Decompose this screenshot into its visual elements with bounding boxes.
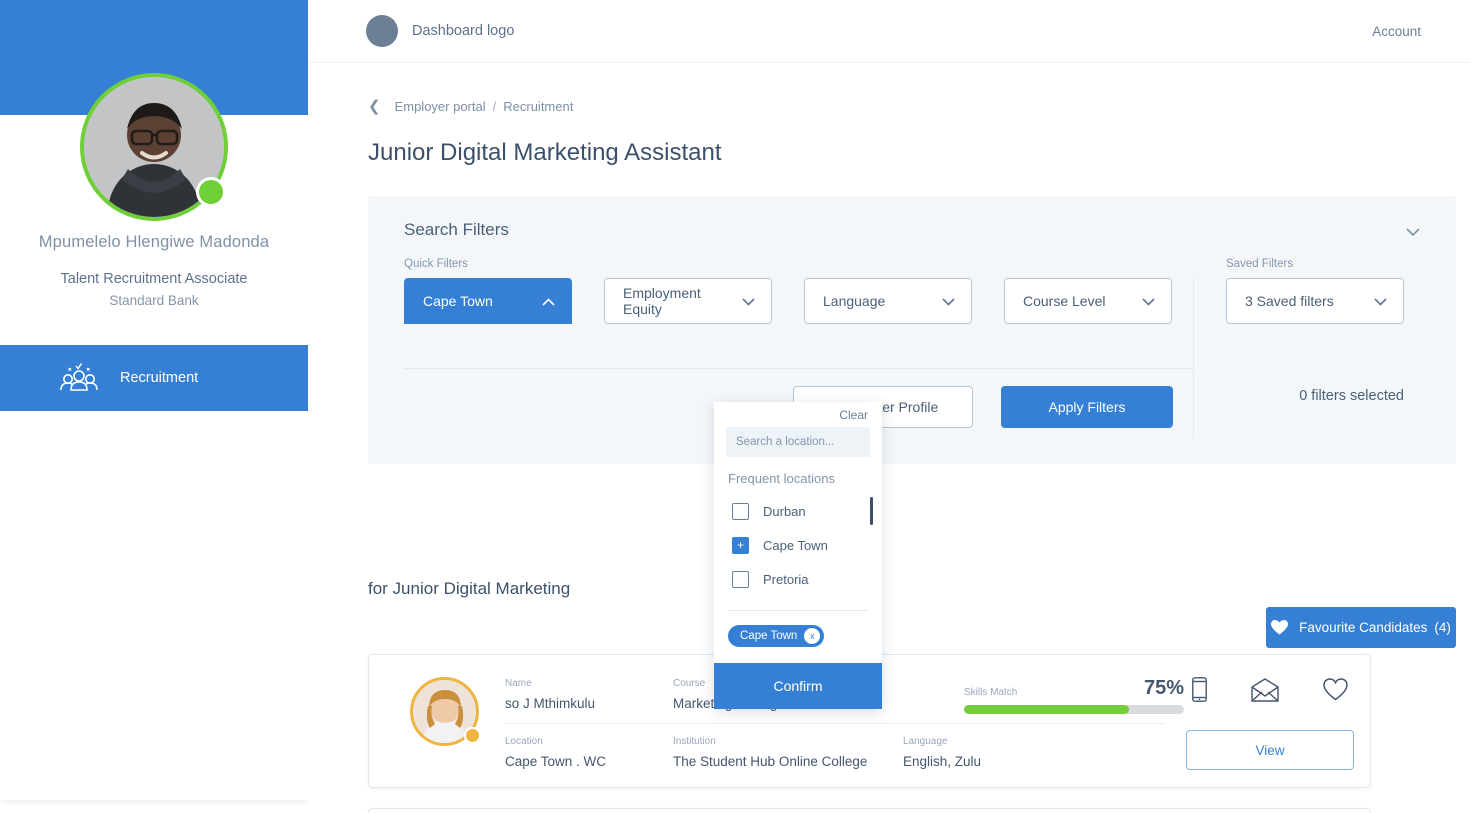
breadcrumb-separator: /	[492, 99, 497, 114]
main-content: ❮ Employer portal / Recruitment Junior D…	[308, 63, 1471, 813]
filter-select-employment-equity-label: Employment Equity	[623, 285, 701, 317]
profile-role: Talent Recruitment Associate	[60, 271, 248, 287]
results-heading: for Junior Digital Marketing	[368, 579, 571, 598]
online-status-dot-icon	[196, 177, 226, 207]
location-option-durban[interactable]: Durban	[714, 494, 882, 528]
chevron-down-icon	[1142, 293, 1155, 309]
filter-select-saved-filters[interactable]: 3 Saved filters	[1226, 278, 1404, 324]
search-input[interactable]: Search a location...	[726, 427, 870, 457]
status-badge	[464, 727, 481, 744]
list-item-label: Pretoria	[763, 571, 809, 587]
checkbox-unchecked-icon[interactable]	[732, 502, 749, 520]
field-institution: Institution The Student Hub Online Colle…	[673, 736, 903, 769]
location-chip-cape-town[interactable]: Cape Town x	[728, 625, 825, 647]
list-item-label: Cape Town	[763, 537, 828, 553]
candidate-row-secondary: Location Cape Town . WC Institution The …	[505, 723, 1165, 769]
panel-vertical-divider	[1193, 278, 1194, 438]
breadcrumb: ❮ Employer portal / Recruitment	[368, 99, 573, 114]
chevron-left-icon[interactable]: ❮	[368, 99, 381, 114]
location-option-pretoria[interactable]: Pretoria	[714, 562, 882, 596]
quick-filters-label: Quick Filters	[404, 258, 468, 270]
left-sidebar: Mpumelelo Hlengiwe Madonda Talent Recrui…	[0, 0, 308, 800]
filter-select-language-label: Language	[823, 293, 886, 309]
skills-match-bar	[964, 705, 1184, 714]
envelope-icon[interactable]	[1251, 677, 1279, 702]
saved-filters-label: Saved Filters	[1226, 258, 1294, 270]
checkbox-unchecked-icon[interactable]	[732, 570, 749, 588]
filter-select-employment-equity[interactable]: Employment Equity	[604, 278, 772, 324]
filter-select-location-label: Cape Town	[423, 293, 493, 309]
close-icon[interactable]: x	[804, 628, 821, 644]
filter-select-course-level-label: Course Level	[1023, 293, 1106, 309]
filter-select-location[interactable]: Cape Town	[404, 278, 572, 324]
account-menu[interactable]: Account	[1372, 24, 1421, 39]
mobile-phone-icon[interactable]	[1192, 677, 1207, 702]
favourite-candidates-button[interactable]: Favourite Candidates (4)	[1266, 607, 1456, 648]
table-row[interactable]: Name Course Location	[368, 808, 1371, 813]
selected-location-chips: Cape Town x	[714, 611, 882, 663]
profile-organisation: Standard Bank	[109, 293, 199, 308]
view-button[interactable]: View	[1186, 730, 1354, 770]
location-option-cape-town[interactable]: + Cape Town	[714, 528, 882, 562]
clear-locations-button[interactable]: Clear	[714, 402, 882, 427]
chevron-down-icon[interactable]	[1406, 224, 1420, 242]
field-value: English, Zulu	[903, 754, 982, 769]
field-name: Name so J Mthimkulu	[505, 678, 673, 711]
skills-match-bar-fill	[964, 705, 1129, 714]
chevron-down-icon	[1374, 293, 1387, 309]
favourite-candidates-label: Favourite Candidates	[1299, 620, 1428, 635]
results-section: for Junior Digital Marketing Favourite C…	[368, 464, 1456, 813]
frequent-locations-label: Frequent locations	[728, 471, 835, 486]
filter-select-saved-filters-label: 3 Saved filters	[1245, 293, 1334, 309]
chip-label: Cape Town	[740, 630, 798, 642]
chevron-up-icon	[542, 293, 555, 309]
chevron-down-icon	[942, 293, 955, 309]
scrollbar-thumb[interactable]	[870, 497, 873, 525]
skills-match-label: Skills Match	[964, 687, 1018, 698]
app-root: Mpumelelo Hlengiwe Madonda Talent Recrui…	[0, 0, 1471, 813]
top-bar: Dashboard logo Account	[308, 0, 1471, 63]
sidebar-item-recruitment[interactable]: Recruitment	[0, 345, 308, 411]
filter-select-language[interactable]: Language	[804, 278, 972, 324]
field-label: Location	[505, 736, 543, 747]
group-people-icon	[60, 361, 98, 395]
field-value: so J Mthimkulu	[505, 696, 596, 711]
search-filters-title: Search Filters	[404, 220, 509, 239]
profile-name: Mpumelelo Hlengiwe Madonda	[38, 233, 270, 251]
breadcrumb-item-recruitment[interactable]: Recruitment	[503, 99, 573, 114]
field-location: Location Cape Town . WC	[505, 736, 673, 769]
filter-select-course-level[interactable]: Course Level	[1004, 278, 1172, 324]
apply-filters-button[interactable]: Apply Filters	[1001, 386, 1173, 428]
field-label: Name	[505, 678, 532, 689]
skills-match: Skills Match 75%	[964, 678, 1184, 714]
heart-filled-icon	[1271, 620, 1289, 635]
favourite-candidates-count: (4)	[1434, 620, 1451, 635]
confirm-button[interactable]: Confirm	[714, 663, 882, 709]
dashboard-logo-text: Dashboard logo	[412, 23, 515, 39]
breadcrumb-item-employer-portal[interactable]: Employer portal	[395, 99, 486, 114]
list-item-label: Durban	[763, 503, 806, 519]
field-label: Institution	[673, 736, 716, 747]
heart-icon[interactable]	[1323, 678, 1348, 701]
panel-horizontal-divider	[404, 368, 1193, 369]
filters-selected-count: 0 filters selected	[1299, 388, 1404, 404]
candidate-actions: View	[1170, 655, 1370, 787]
field-language: Language English, Zulu	[903, 736, 1071, 769]
sidebar-empty-area	[0, 411, 308, 800]
location-dropdown-panel: Clear Search a location... Frequent loca…	[714, 402, 882, 709]
location-option-list: Durban + Cape Town Pretoria	[714, 494, 882, 602]
search-filters-panel: Search Filters Quick Filters Saved Filte…	[368, 196, 1456, 464]
field-value: Cape Town . WC	[505, 754, 607, 769]
field-label: Language	[903, 736, 948, 747]
candidate-actions: View	[1170, 809, 1370, 813]
avatar	[80, 73, 228, 221]
dashboard-logo-circle-icon	[366, 15, 398, 47]
sidebar-item-label: Recruitment	[120, 370, 199, 386]
page-title: Junior Digital Marketing Assistant	[368, 139, 722, 166]
chevron-down-icon	[742, 293, 755, 309]
checkbox-checked-icon[interactable]: +	[732, 536, 749, 554]
field-value: The Student Hub Online College	[673, 754, 868, 769]
